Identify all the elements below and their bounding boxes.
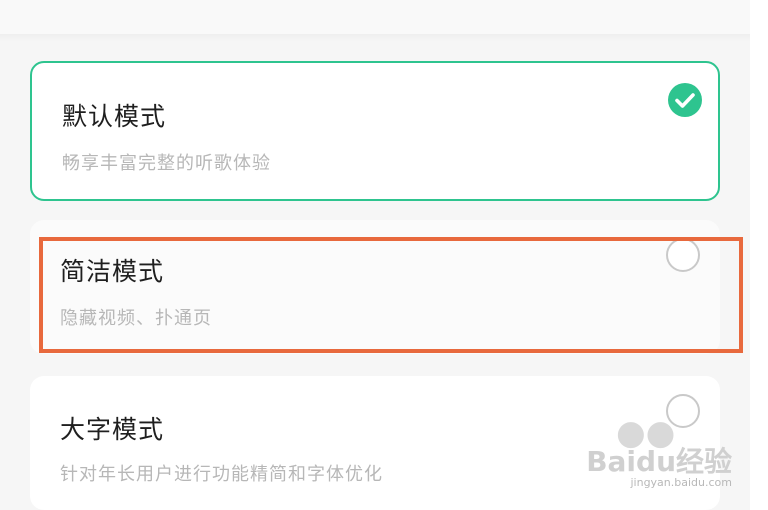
mode-title: 简洁模式 (60, 257, 165, 286)
top-bar (0, 0, 750, 34)
watermark-text: Baidu经验 (586, 445, 732, 478)
mode-title: 默认模式 (62, 102, 167, 131)
mode-title: 大字模式 (60, 415, 165, 444)
mode-description: 针对年长用户进行功能精简和字体优化 (60, 464, 383, 485)
watermark-url: jingyan.baidu.com (630, 476, 732, 489)
check-icon[interactable] (668, 83, 702, 117)
check-mark (675, 93, 695, 108)
mode-card-default[interactable]: 默认模式 畅享丰富完整的听歌体验 (30, 61, 720, 201)
top-divider (0, 34, 750, 42)
mode-card-simple[interactable]: 简洁模式 隐藏视频、扑通页 (30, 220, 720, 354)
radio-icon[interactable] (666, 238, 700, 272)
baidu-watermark: ●● Baidu经验 jingyan.baidu.com (582, 416, 732, 492)
mode-description: 隐藏视频、扑通页 (60, 308, 212, 329)
mode-description: 畅享丰富完整的听歌体验 (62, 153, 271, 174)
right-edge (750, 0, 768, 510)
